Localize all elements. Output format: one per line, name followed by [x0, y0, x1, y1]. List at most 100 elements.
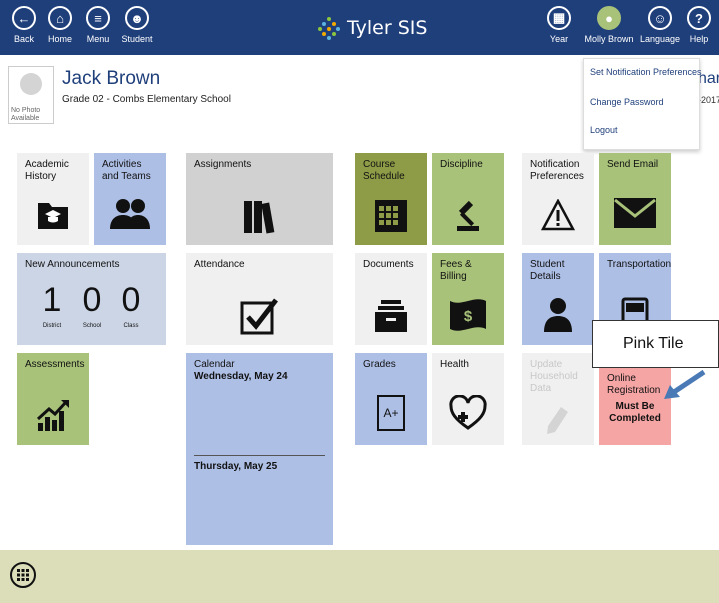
people-group-icon — [94, 197, 166, 231]
back-label: Back — [13, 34, 34, 44]
bottom-bar — [0, 550, 719, 603]
file-drawer-icon — [355, 299, 427, 333]
year-button[interactable]: ▦ Year — [537, 0, 581, 55]
grid-menu-button[interactable] — [10, 562, 36, 588]
must-be-completed-text: Must Be Completed — [609, 401, 661, 424]
tile-label: Notification Preferences — [530, 159, 584, 182]
grade-paper-icon: A+ — [355, 395, 427, 431]
speech-bubble-icon: ☺ — [648, 6, 672, 30]
menu-icon: ≡ — [86, 6, 110, 30]
tile-label: Course Schedule — [363, 159, 405, 182]
health-tile[interactable]: Health — [432, 353, 504, 445]
tile-label: Assignments — [194, 159, 252, 170]
callout-text: Pink Tile — [623, 335, 684, 352]
fees-billing-tile[interactable]: Fees & Billing $ — [432, 253, 504, 345]
envelope-icon — [599, 197, 671, 229]
calendar-divider — [194, 455, 325, 456]
tile-label: Assessments — [25, 359, 85, 370]
graduation-folder-icon — [17, 197, 89, 231]
grade-paper-text: A+ — [377, 395, 405, 431]
activities-teams-tile[interactable]: Activities and Teams — [94, 153, 166, 245]
student-details-tile[interactable]: Student Details — [522, 253, 594, 345]
tile-label: Grades — [363, 359, 396, 370]
grades-tile[interactable]: Grades A+ — [355, 353, 427, 445]
help-label: Help — [689, 34, 709, 44]
class-label: Class — [123, 323, 139, 329]
top-nav-bar: ← Back ⌂ Home ≡ Menu ☻ Student Tyler SIS… — [0, 0, 719, 55]
tile-label: Update Household Data — [530, 359, 578, 394]
calendar-day-thursday: Thursday, May 25 — [194, 461, 278, 472]
student-grade-school: Grade 02 - Combs Elementary School — [62, 94, 231, 105]
language-button[interactable]: ☺ Language — [638, 0, 682, 55]
checkbox-icon — [186, 297, 333, 335]
student-label: Student — [121, 34, 153, 44]
tile-label: Student Details — [530, 259, 565, 282]
documents-tile[interactable]: Documents — [355, 253, 427, 345]
course-schedule-tile[interactable]: Course Schedule — [355, 153, 427, 245]
help-button[interactable]: ? Help — [680, 0, 718, 55]
calendar-day-wednesday: Wednesday, May 24 — [194, 371, 288, 382]
pencil-icon — [522, 405, 594, 435]
dollar-bill-icon: $ — [432, 297, 504, 333]
user-menu-button[interactable]: ● Molly Brown — [584, 0, 634, 55]
academic-history-tile[interactable]: Academic History — [17, 153, 89, 245]
user-avatar-icon: ● — [597, 6, 621, 30]
tile-label: Documents — [363, 259, 414, 270]
tile-label: Discipline — [440, 159, 483, 170]
growth-chart-icon — [17, 397, 89, 433]
brand-logo: Tyler SIS — [317, 14, 427, 42]
menu-label: Menu — [86, 34, 110, 44]
tyler-dots-icon — [318, 17, 340, 40]
person-silhouette-icon — [20, 73, 42, 95]
menu-button[interactable]: ≡ Menu — [76, 0, 120, 55]
tile-label: Attendance — [194, 259, 245, 270]
student-icon: ☻ — [125, 6, 149, 30]
books-icon — [186, 199, 333, 235]
tile-label: Health — [440, 359, 469, 370]
new-announcements-tile[interactable]: New Announcements 1 District 0 School 0 … — [17, 253, 166, 345]
tile-label: Calendar — [194, 359, 235, 370]
tile-label: Fees & Billing — [440, 259, 472, 282]
set-notification-preferences-link[interactable]: Set Notification Preferences — [590, 67, 702, 77]
assignments-tile[interactable]: Assignments — [186, 153, 333, 245]
heart-plus-icon — [432, 395, 504, 431]
tile-label: Send Email — [607, 159, 659, 170]
back-arrow-icon: ← — [12, 6, 36, 30]
send-email-tile[interactable]: Send Email — [599, 153, 671, 245]
schedule-grid-icon — [355, 199, 427, 233]
change-password-link[interactable]: Change Password — [590, 97, 664, 107]
tile-label: New Announcements — [25, 259, 120, 270]
calendar-tile[interactable]: Calendar Wednesday, May 24 Thursday, May… — [186, 353, 333, 545]
update-household-tile[interactable]: Update Household Data — [522, 353, 594, 445]
student-avatar: No Photo Available — [8, 66, 54, 124]
logout-link[interactable]: Logout — [590, 125, 618, 135]
student-button[interactable]: ☻ Student — [115, 0, 159, 55]
class-count: 0 — [121, 281, 141, 319]
attendance-tile[interactable]: Attendance — [186, 253, 333, 345]
tile-label: Academic History — [25, 159, 69, 182]
student-name: Jack Brown — [62, 68, 161, 89]
assessments-tile[interactable]: Assessments — [17, 353, 89, 445]
pink-tile-callout: Pink Tile — [592, 320, 719, 368]
brand-name: Tyler SIS — [347, 17, 428, 39]
svg-text:$: $ — [464, 308, 473, 325]
callout-arrow-icon — [664, 369, 706, 399]
school-year-partial: -2017 — [698, 95, 719, 105]
home-icon: ⌂ — [48, 6, 72, 30]
year-label: Year — [549, 34, 569, 44]
notification-preferences-tile[interactable]: Notification Preferences — [522, 153, 594, 245]
user-label: Molly Brown — [584, 34, 634, 44]
person-icon — [522, 297, 594, 333]
grid-icon — [17, 569, 29, 581]
school-count: 0 — [82, 281, 102, 319]
tile-label: Activities and Teams — [102, 159, 151, 182]
district-count: 1 — [42, 281, 62, 319]
user-dropdown-menu: Set Notification Preferences Change Pass… — [583, 58, 702, 150]
home-label: Home — [47, 34, 72, 44]
tile-label: Transportation — [607, 259, 672, 270]
no-photo-text: No Photo Available — [11, 107, 41, 122]
language-label: Language — [639, 34, 681, 44]
warning-triangle-icon — [522, 199, 594, 231]
gavel-icon — [432, 199, 504, 233]
discipline-tile[interactable]: Discipline — [432, 153, 504, 245]
